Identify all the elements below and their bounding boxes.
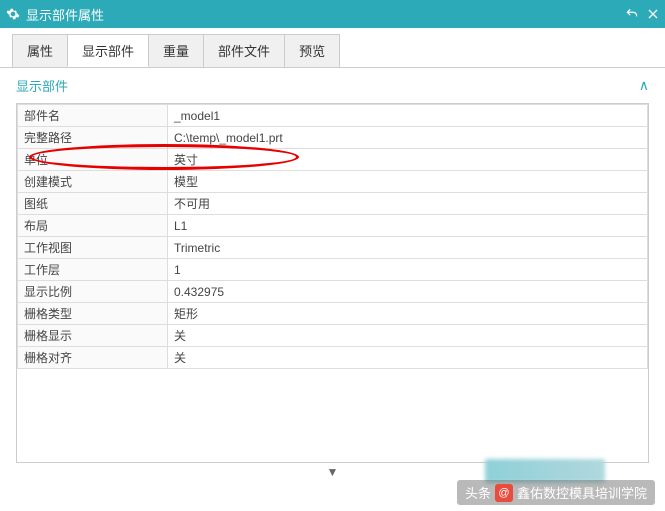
title-bar: 显示部件属性 [0, 0, 665, 28]
section-header: 显示部件 ∧ [0, 68, 665, 103]
label-gridalign: 栅格对齐 [18, 347, 168, 369]
table-row: 图纸不可用 [18, 193, 648, 215]
value-gridshow[interactable]: 关 [168, 325, 648, 347]
value-layer[interactable]: 1 [168, 259, 648, 281]
table-row: 创建模式模型 [18, 171, 648, 193]
tab-bar: 属性 显示部件 重量 部件文件 预览 [0, 28, 665, 68]
value-view[interactable]: Trimetric [168, 237, 648, 259]
value-name[interactable]: _model1 [168, 105, 648, 127]
value-scale[interactable]: 0.432975 [168, 281, 648, 303]
tab-display-part[interactable]: 显示部件 [67, 34, 149, 67]
watermark-name: 鑫佑数控模具培训学院 [517, 483, 647, 502]
label-layer: 工作层 [18, 259, 168, 281]
table-row: 栅格显示关 [18, 325, 648, 347]
undo-icon[interactable] [625, 7, 639, 21]
value-gridalign[interactable]: 关 [168, 347, 648, 369]
table-row: 显示比例0.432975 [18, 281, 648, 303]
table-row: 栅格类型矩形 [18, 303, 648, 325]
watermark-prefix: 头条 [465, 483, 491, 502]
tab-weight[interactable]: 重量 [148, 34, 204, 67]
table-row: 完整路径C:\temp\_model1.prt [18, 127, 648, 149]
label-gridshow: 栅格显示 [18, 325, 168, 347]
label-scale: 显示比例 [18, 281, 168, 303]
value-mode[interactable]: 模型 [168, 171, 648, 193]
table-row: 部件名_model1 [18, 105, 648, 127]
section-title: 显示部件 [16, 76, 68, 95]
property-table: 部件名_model1 完整路径C:\temp\_model1.prt 单位英寸 … [17, 104, 648, 369]
property-panel: 部件名_model1 完整路径C:\temp\_model1.prt 单位英寸 … [16, 103, 649, 463]
label-view: 工作视图 [18, 237, 168, 259]
table-row: 工作视图Trimetric [18, 237, 648, 259]
close-icon[interactable] [647, 8, 659, 20]
value-drawing[interactable]: 不可用 [168, 193, 648, 215]
label-gridtype: 栅格类型 [18, 303, 168, 325]
watermark-icon: @ [495, 484, 513, 502]
label-mode: 创建模式 [18, 171, 168, 193]
window-title: 显示部件属性 [26, 5, 104, 24]
table-row: 栅格对齐关 [18, 347, 648, 369]
table-row: 布局L1 [18, 215, 648, 237]
label-layout: 布局 [18, 215, 168, 237]
label-name: 部件名 [18, 105, 168, 127]
chevron-up-icon[interactable]: ∧ [639, 77, 649, 94]
tab-properties[interactable]: 属性 [12, 34, 68, 67]
tab-preview[interactable]: 预览 [284, 34, 340, 67]
value-gridtype[interactable]: 矩形 [168, 303, 648, 325]
table-row: 单位英寸 [18, 149, 648, 171]
tab-part-file[interactable]: 部件文件 [203, 34, 285, 67]
value-layout[interactable]: L1 [168, 215, 648, 237]
label-path: 完整路径 [18, 127, 168, 149]
watermark: 头条 @ 鑫佑数控模具培训学院 [457, 480, 655, 505]
value-path[interactable]: C:\temp\_model1.prt [168, 127, 648, 149]
value-unit[interactable]: 英寸 [168, 149, 648, 171]
table-row: 工作层1 [18, 259, 648, 281]
gear-icon [6, 7, 20, 21]
label-unit: 单位 [18, 149, 168, 171]
label-drawing: 图纸 [18, 193, 168, 215]
